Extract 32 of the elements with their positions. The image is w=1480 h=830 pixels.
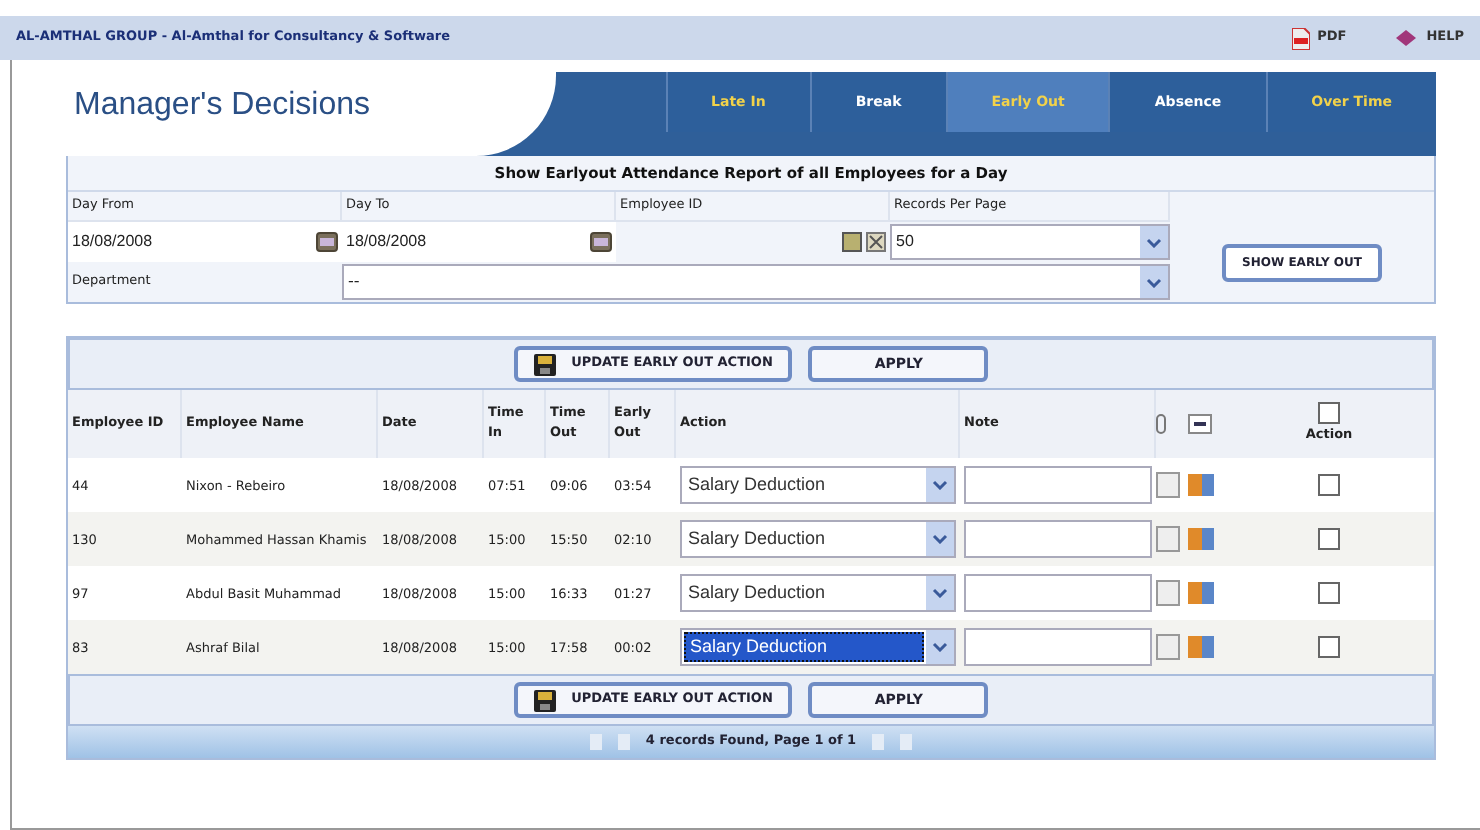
note-icon (1188, 414, 1212, 434)
dropdown-caret-icon[interactable] (926, 522, 954, 556)
clear-icon[interactable] (866, 232, 886, 252)
dropdown-caret-icon[interactable] (926, 576, 954, 610)
dropdown-caret-icon[interactable] (1140, 266, 1168, 298)
page-title: Manager's Decisions (74, 86, 371, 126)
action-select[interactable]: Salary Deduction (680, 466, 956, 504)
dropdown-caret-icon[interactable] (926, 468, 954, 502)
checkbox[interactable] (1318, 582, 1340, 604)
day-to-field[interactable]: 18/08/2008 (342, 222, 616, 262)
attachment-icon (1156, 414, 1166, 434)
dropdown-caret-icon[interactable] (926, 630, 954, 664)
action-select[interactable]: Salary Deduction (680, 628, 956, 666)
action-select[interactable]: Salary Deduction (680, 574, 956, 612)
action-select[interactable]: Salary Deduction (680, 520, 956, 558)
checkbox[interactable] (1318, 528, 1340, 550)
note-field[interactable] (964, 520, 1152, 558)
day-from-field[interactable]: 18/08/2008 (68, 222, 342, 262)
pdf-icon (1291, 27, 1310, 49)
save-icon (533, 689, 556, 711)
checkbox[interactable] (1318, 636, 1340, 658)
dropdown-caret-icon[interactable] (1140, 226, 1168, 258)
save-icon (533, 353, 556, 375)
department-select[interactable]: -- (342, 264, 1170, 300)
note-field[interactable] (964, 628, 1152, 666)
calendar-icon[interactable] (316, 232, 338, 252)
records-per-page-select[interactable]: 50 (890, 224, 1170, 260)
checkbox[interactable] (1318, 402, 1340, 425)
calendar-icon[interactable] (590, 232, 612, 252)
note-field[interactable] (964, 466, 1152, 504)
note-field[interactable] (964, 574, 1152, 612)
checkbox[interactable] (1318, 474, 1340, 496)
